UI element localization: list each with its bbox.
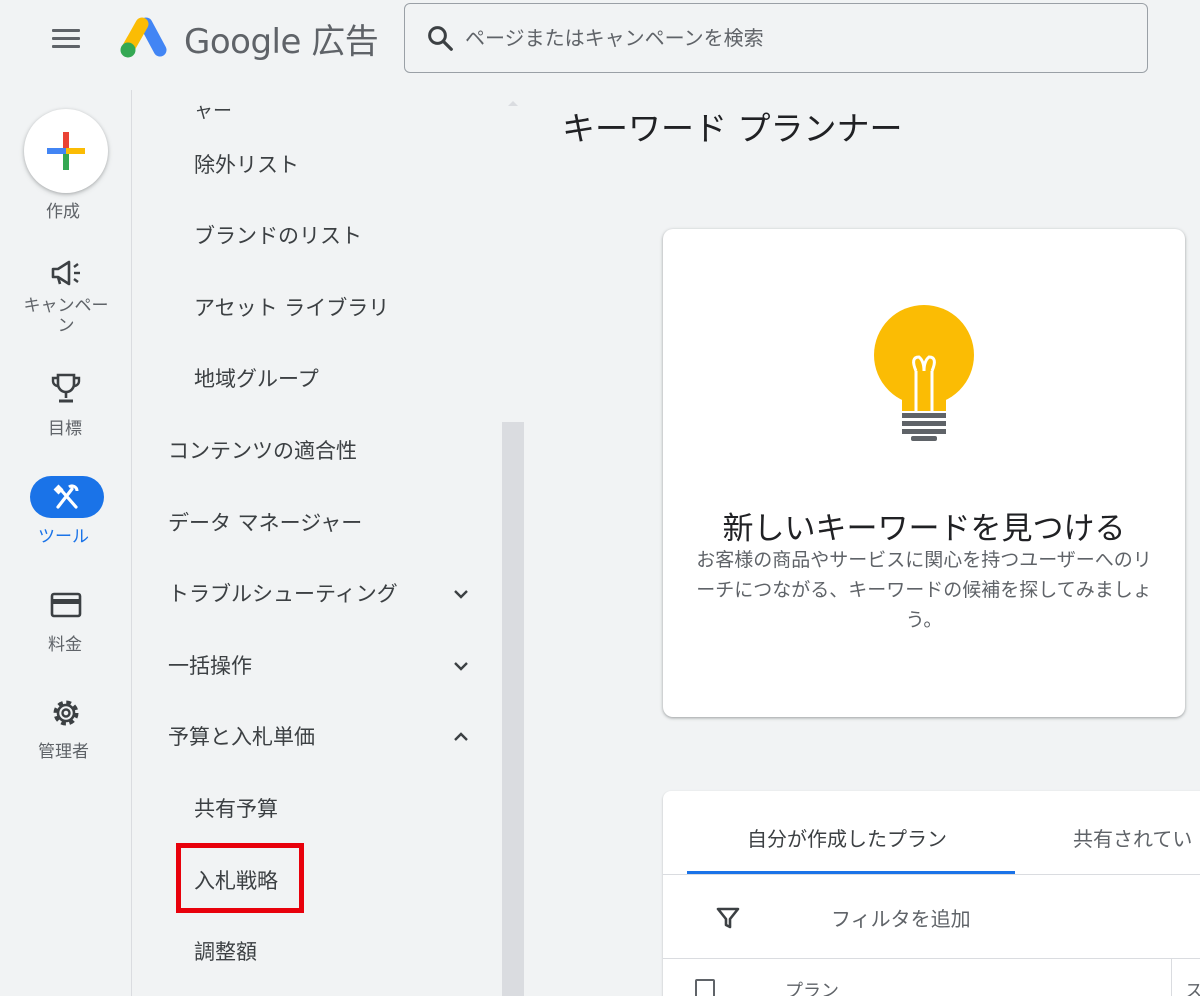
search-input[interactable] [465, 26, 1105, 50]
create-label: 作成 [46, 202, 80, 222]
chevron-down-icon[interactable] [450, 655, 472, 677]
column-separator [1171, 959, 1172, 996]
search-icon [428, 26, 453, 51]
tools-label[interactable]: ツール [38, 522, 89, 547]
tab-shared-plans[interactable]: 共有されてい [1073, 823, 1192, 852]
nav-item-data-manager[interactable]: データ マネージャー [168, 507, 362, 537]
nav-item-bid-adjustments[interactable]: 調整額 [194, 936, 257, 966]
card-title: 新しいキーワードを見つける [722, 511, 1126, 547]
nav-item-location-groups[interactable]: 地域グループ [194, 363, 319, 393]
trophy-icon[interactable] [50, 372, 82, 406]
nav-item-content-suitability[interactable]: コンテンツの適合性 [168, 435, 357, 465]
scroll-up-arrow-icon[interactable] [506, 98, 520, 108]
nav-item-clipped[interactable]: ャー [194, 96, 232, 123]
chevron-down-icon[interactable] [450, 583, 472, 605]
tab-my-plans[interactable]: 自分が作成したプラン [747, 823, 947, 852]
nav-item-bulk-actions[interactable]: 一括操作 [168, 650, 252, 680]
nav-item-asset-library[interactable]: アセット ライブラリ [194, 292, 389, 322]
campaigns-label[interactable]: キャンペーン [18, 296, 114, 336]
menu-icon-bar [52, 36, 80, 40]
menu-icon-bar [52, 28, 80, 32]
menu-icon-bar [52, 44, 80, 48]
filter-icon[interactable] [715, 905, 741, 931]
plans-panel: 自分が作成したプラン 共有されてい フィルタを追加 プラン ス [663, 791, 1200, 996]
nav-item-budgets-and-bidding[interactable]: 予算と入札単価 [168, 721, 315, 751]
admin-label[interactable]: 管理者 [38, 737, 89, 762]
divider [663, 958, 1200, 959]
create-button[interactable] [24, 109, 108, 193]
discover-keywords-card[interactable]: 新しいキーワードを見つける お客様の商品やサービスに関心を持つユーザーへのリーチ… [663, 229, 1185, 717]
select-all-checkbox[interactable] [695, 979, 715, 996]
main-menu-button[interactable] [44, 20, 88, 56]
divider [663, 874, 1200, 875]
billing-card-icon[interactable] [50, 591, 82, 619]
nav-item-troubleshooting[interactable]: トラブルシューティング [168, 578, 398, 608]
highlight-annotation-box [176, 843, 304, 913]
column-header-plan[interactable]: プラン [785, 977, 839, 996]
nav-scrollbar[interactable] [502, 422, 524, 996]
google-ads-logo-icon [120, 17, 167, 58]
rail-divider [131, 90, 132, 996]
nav-item-brand-lists[interactable]: ブランドのリスト [194, 220, 362, 250]
chevron-up-icon[interactable] [450, 726, 472, 748]
lightbulb-icon [874, 305, 974, 441]
column-header-next[interactable]: ス [1185, 977, 1200, 996]
search-bar[interactable] [404, 3, 1148, 73]
plus-icon [47, 132, 85, 170]
tools-wrench-icon [53, 484, 79, 509]
page-title: キーワード プランナー [562, 109, 903, 148]
billing-label[interactable]: 料金 [48, 630, 82, 655]
tools-button[interactable] [30, 476, 104, 518]
app-title[interactable]: Google 広告 [184, 14, 379, 63]
gear-icon[interactable] [50, 697, 82, 729]
nav-item-shared-budgets[interactable]: 共有予算 [194, 793, 278, 823]
campaign-megaphone-icon[interactable] [50, 259, 82, 287]
goals-label[interactable]: 目標 [48, 414, 82, 439]
card-description: お客様の商品やサービスに関心を持つユーザーへのリーチにつながる、キーワードの候補… [696, 549, 1152, 631]
add-filter-button[interactable]: フィルタを追加 [831, 903, 971, 932]
nav-item-exclusion-lists[interactable]: 除外リスト [194, 149, 299, 179]
